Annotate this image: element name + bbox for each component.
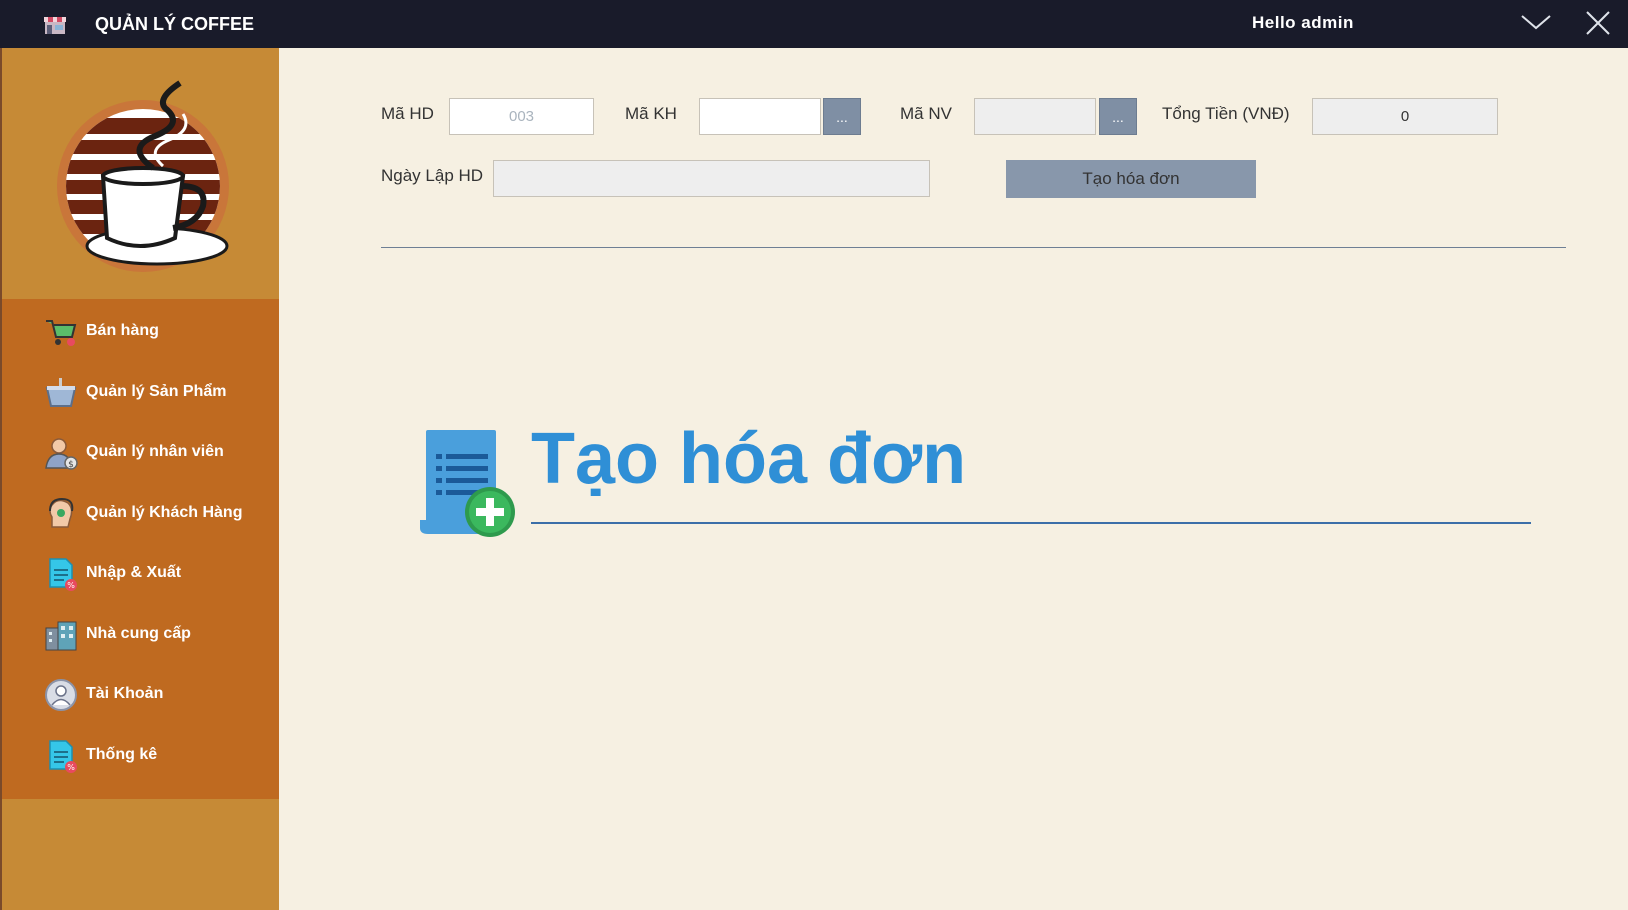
divider (381, 247, 1566, 248)
building-icon (45, 621, 77, 651)
sidebar-item-label: Quản lý nhân viên (86, 443, 224, 460)
cart-icon (46, 320, 77, 346)
customer-id-field[interactable] (699, 98, 821, 135)
app-title: QUẢN LÝ COFFEE (95, 14, 255, 34)
document-icon: % (49, 740, 77, 773)
add-invoice-icon (420, 430, 515, 537)
total-label: Tổng Tiền (VNĐ) (1162, 104, 1290, 123)
chevron-down-icon (1521, 15, 1551, 30)
customer-id-label: Mã KH (625, 104, 677, 123)
employee-id-label: Mã NV (900, 104, 952, 123)
document-icon: % (49, 558, 77, 591)
create-invoice-button[interactable]: Tạo hóa đơn (1006, 160, 1256, 198)
employee-browse-button[interactable]: ... (1099, 98, 1137, 135)
sidebar-item-label: Nhập & Xuất (86, 564, 182, 581)
close-button[interactable] (1580, 8, 1616, 38)
customer-icon (49, 497, 74, 528)
employee-id-field[interactable] (974, 98, 1096, 135)
date-field[interactable] (493, 160, 930, 197)
coffee-cup-icon (45, 378, 77, 407)
coffee-logo (57, 80, 229, 272)
employee-icon: $ (45, 438, 78, 470)
sidebar-item-label: Thống kê (86, 746, 158, 763)
invoice-id-label: Mã HD (381, 104, 434, 123)
page-title: Tạo hóa đơn (531, 419, 967, 499)
main-content: Mã HD 003 Mã KH ... Mã NV ... Tổng Tiền … (279, 48, 1628, 910)
store-icon (44, 17, 66, 34)
sidebar-item-label: Quản lý Sản Phẩm (86, 383, 227, 400)
invoice-id-field[interactable]: 003 (449, 98, 594, 135)
svg-text:%: % (67, 581, 75, 590)
sidebar-item-thong-ke[interactable]: % Thống kê (2, 725, 279, 787)
svg-text:$: $ (68, 460, 74, 470)
title-underline (531, 522, 1531, 524)
date-label: Ngày Lập HD (381, 166, 484, 185)
sidebar-item-ban-hang[interactable]: Bán hàng (2, 301, 279, 363)
minimize-button[interactable] (1518, 8, 1554, 38)
sidebar-item-quan-ly-nhan-vien[interactable]: $ Quản lý nhân viên (2, 422, 279, 484)
logo-area (2, 48, 279, 299)
sidebar-footer (2, 799, 279, 910)
sidebar-item-nha-cung-cap[interactable]: Nhà cung cấp (2, 604, 279, 666)
total-field[interactable]: 0 (1312, 98, 1498, 135)
sidebar-item-tai-khoan[interactable]: Tài Khoản (2, 664, 279, 726)
svg-text:%: % (67, 763, 75, 772)
close-icon (1586, 11, 1610, 35)
sidebar-item-nhap-xuat[interactable]: % Nhập & Xuất (2, 543, 279, 605)
user-greeting: Hello admin (1252, 13, 1354, 32)
title-bar: QUẢN LÝ COFFEE Hello admin (0, 0, 1628, 48)
customer-browse-button[interactable]: ... (823, 98, 861, 135)
sidebar-item-quan-ly-san-pham[interactable]: Quản lý Sản Phẩm (2, 362, 279, 424)
sidebar-item-label: Nhà cung cấp (86, 625, 191, 642)
sidebar-item-label: Tài Khoản (86, 685, 164, 702)
sidebar-item-label: Quản lý Khách Hàng (86, 504, 243, 521)
sidebar-item-label: Bán hàng (86, 322, 159, 339)
sidebar-item-quan-ly-khach-hang[interactable]: Quản lý Khách Hàng (2, 483, 279, 545)
account-icon (45, 679, 77, 711)
sidebar-menu: Bán hàng Quản lý Sản Phẩm $ Quản lý nhân… (2, 299, 279, 799)
sidebar: Bán hàng Quản lý Sản Phẩm $ Quản lý nhân… (2, 48, 279, 910)
